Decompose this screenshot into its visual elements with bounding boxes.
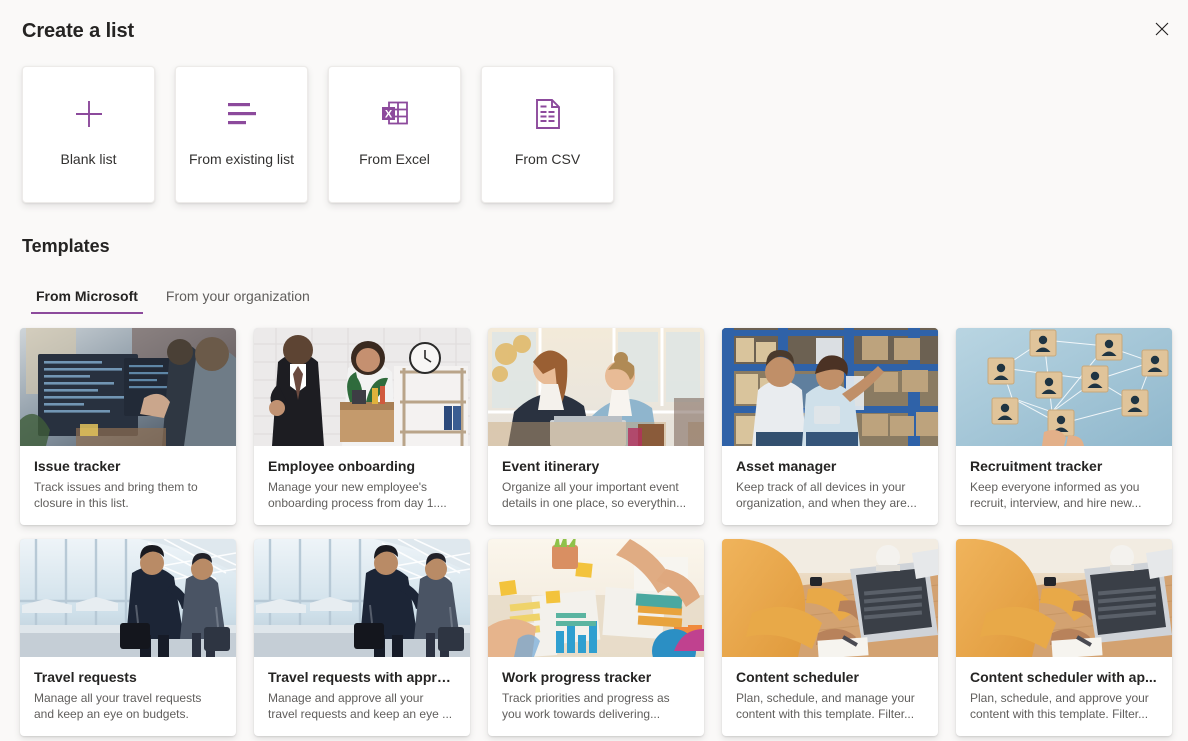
template-card-body: Employee onboarding Manage your new empl… bbox=[254, 446, 470, 511]
template-description: Organize all your important event detail… bbox=[502, 480, 687, 510]
template-title: Travel requests with appro... bbox=[268, 669, 456, 685]
template-card-travel-requests[interactable]: Travel requests Manage all your travel r… bbox=[20, 539, 236, 736]
svg-text:X: X bbox=[384, 108, 392, 120]
templates-heading: Templates bbox=[22, 236, 110, 256]
template-thumbnail bbox=[722, 539, 938, 657]
page-title: Create a list bbox=[22, 20, 135, 42]
template-title: Travel requests bbox=[34, 669, 137, 685]
template-card-body: Content scheduler Plan, schedule, and ma… bbox=[722, 657, 938, 722]
template-thumbnail bbox=[20, 539, 236, 657]
template-card-body: Asset manager Keep track of all devices … bbox=[722, 446, 938, 511]
template-thumbnail bbox=[956, 328, 1172, 446]
template-title: Issue tracker bbox=[34, 458, 121, 474]
template-title: Employee onboarding bbox=[268, 458, 416, 474]
create-list-dialog: Create a list Blank list From existing l… bbox=[0, 0, 1188, 741]
template-thumbnail bbox=[488, 539, 704, 657]
template-description: Manage your new employee's onboarding pr… bbox=[268, 480, 447, 510]
template-title: Content scheduler bbox=[736, 669, 859, 685]
create-option-from-excel[interactable]: X From Excel bbox=[328, 66, 461, 203]
template-card-content-scheduler-with-approvals[interactable]: Content scheduler with ap... Plan, sched… bbox=[956, 539, 1172, 736]
create-option-label: From CSV bbox=[514, 151, 581, 167]
csv-file-icon bbox=[482, 93, 613, 135]
template-description: Keep everyone informed as you recruit, i… bbox=[970, 480, 1142, 510]
template-card-body: Event itinerary Organize all your import… bbox=[488, 446, 704, 511]
create-option-label: Blank list bbox=[60, 151, 117, 167]
close-button[interactable] bbox=[1142, 12, 1182, 48]
template-card-body: Recruitment tracker Keep everyone inform… bbox=[956, 446, 1172, 511]
template-thumbnail bbox=[254, 328, 470, 446]
templates-tablist: From Microsoft From your organization bbox=[22, 282, 324, 314]
template-description: Plan, schedule, and manage your content … bbox=[736, 691, 915, 721]
create-option-label: From existing list bbox=[188, 151, 295, 167]
template-card-work-progress-tracker[interactable]: Work progress tracker Track priorities a… bbox=[488, 539, 704, 736]
excel-icon: X bbox=[329, 93, 460, 135]
template-description: Track issues and bring them to closure i… bbox=[34, 480, 198, 510]
create-options-row: Blank list From existing list X From Exc… bbox=[22, 66, 614, 203]
template-thumbnail bbox=[956, 539, 1172, 657]
templates-grid: Issue tracker Track issues and bring the… bbox=[20, 328, 1172, 736]
template-card-issue-tracker[interactable]: Issue tracker Track issues and bring the… bbox=[20, 328, 236, 525]
template-card-asset-manager[interactable]: Asset manager Keep track of all devices … bbox=[722, 328, 938, 525]
template-card-body: Travel requests with appro... Manage and… bbox=[254, 657, 470, 722]
template-title: Asset manager bbox=[736, 458, 837, 474]
template-card-body: Work progress tracker Track priorities a… bbox=[488, 657, 704, 722]
template-description: Track priorities and progress as you wor… bbox=[502, 691, 670, 721]
template-card-travel-requests-with-approvals[interactable]: Travel requests with appro... Manage and… bbox=[254, 539, 470, 736]
template-title: Work progress tracker bbox=[502, 669, 652, 685]
template-card-body: Issue tracker Track issues and bring the… bbox=[20, 446, 236, 511]
template-description: Manage all your travel requests and keep… bbox=[34, 691, 202, 721]
template-title: Recruitment tracker bbox=[970, 458, 1103, 474]
template-card-content-scheduler[interactable]: Content scheduler Plan, schedule, and ma… bbox=[722, 539, 938, 736]
template-title: Content scheduler with ap... bbox=[970, 669, 1157, 685]
template-card-body: Travel requests Manage all your travel r… bbox=[20, 657, 236, 722]
template-card-recruitment-tracker[interactable]: Recruitment tracker Keep everyone inform… bbox=[956, 328, 1172, 525]
close-icon bbox=[1155, 22, 1169, 39]
template-card-employee-onboarding[interactable]: Employee onboarding Manage your new empl… bbox=[254, 328, 470, 525]
template-thumbnail bbox=[20, 328, 236, 446]
create-option-from-csv[interactable]: From CSV bbox=[481, 66, 614, 203]
template-title: Event itinerary bbox=[502, 458, 600, 474]
template-thumbnail bbox=[488, 328, 704, 446]
template-description: Plan, schedule, and approve your content… bbox=[970, 691, 1149, 721]
create-option-label: From Excel bbox=[359, 151, 430, 167]
template-thumbnail bbox=[254, 539, 470, 657]
template-thumbnail bbox=[722, 328, 938, 446]
template-description: Manage and approve all your travel reque… bbox=[268, 691, 453, 721]
tab-from-your-organization[interactable]: From your organization bbox=[152, 282, 324, 314]
create-option-from-existing-list[interactable]: From existing list bbox=[175, 66, 308, 203]
template-card-event-itinerary[interactable]: Event itinerary Organize all your import… bbox=[488, 328, 704, 525]
plus-icon bbox=[23, 93, 154, 135]
list-lines-icon bbox=[176, 93, 307, 135]
tab-from-microsoft[interactable]: From Microsoft bbox=[22, 282, 152, 314]
template-card-body: Content scheduler with ap... Plan, sched… bbox=[956, 657, 1172, 722]
template-description: Keep track of all devices in your organi… bbox=[736, 480, 917, 510]
create-option-blank-list[interactable]: Blank list bbox=[22, 66, 155, 203]
dialog-header: Create a list bbox=[0, 0, 1188, 62]
